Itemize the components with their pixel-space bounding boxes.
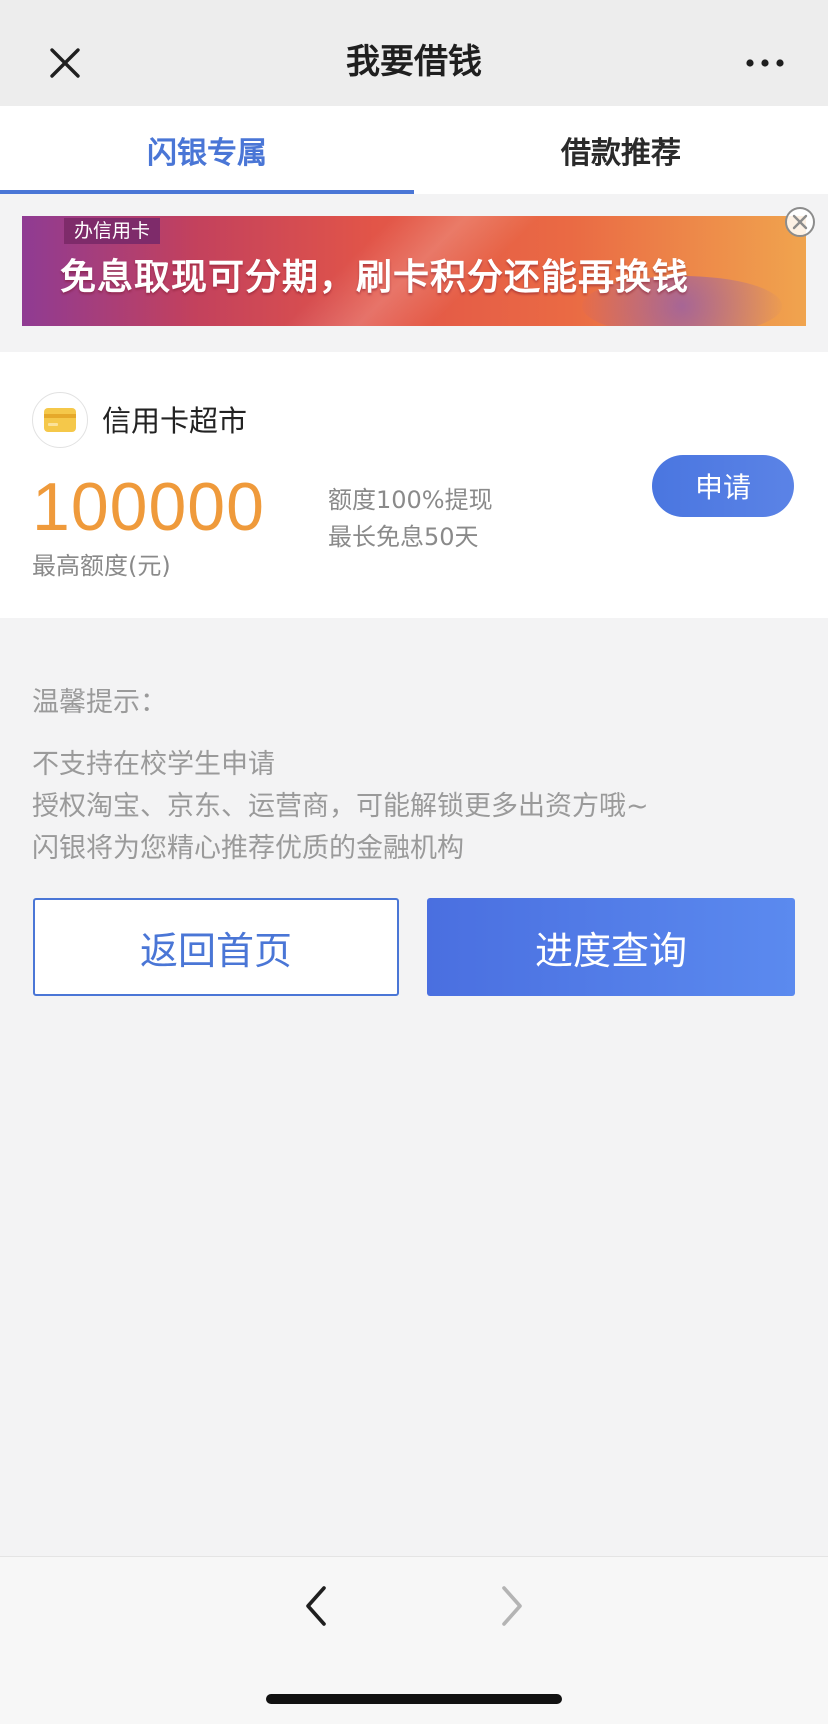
tip-item: 闪银将为您精心推荐优质的金融机构	[32, 833, 464, 864]
more-options-icon[interactable]	[738, 36, 792, 90]
tips-title: 温馨提示：	[32, 687, 167, 718]
credit-card-icon	[32, 392, 88, 448]
tip-item: 授权淘宝、京东、运营商，可能解锁更多出资方哦~	[32, 791, 649, 822]
banner-headline: 免息取现可分期，刷卡积分还能再换钱	[60, 257, 690, 298]
max-amount: 100000	[32, 469, 265, 545]
back-arrow-icon[interactable]	[298, 1582, 334, 1630]
tab-shanyin-exclusive[interactable]: 闪银专属	[0, 106, 414, 194]
tab-loan-recommend[interactable]: 借款推荐	[414, 106, 828, 194]
home-indicator	[266, 1694, 562, 1704]
product-name: 信用卡超市	[102, 404, 248, 438]
max-amount-label: 最高额度(元)	[32, 552, 171, 580]
page-title: 我要借钱	[346, 42, 482, 82]
apply-button[interactable]: 申请	[652, 455, 794, 517]
progress-query-button[interactable]: 进度查询	[427, 898, 795, 996]
promo-banner[interactable]: 办信用卡 免息取现可分期，刷卡积分还能再换钱	[22, 216, 806, 326]
banner-tag: 办信用卡	[64, 218, 161, 244]
feature-text: 最长免息50天	[328, 523, 479, 551]
forward-arrow-icon[interactable]	[494, 1582, 530, 1630]
tip-item: 不支持在校学生申请	[32, 749, 275, 780]
banner-close-icon[interactable]	[784, 206, 816, 238]
back-to-home-button[interactable]: 返回首页	[33, 898, 399, 996]
feature-text: 额度100%提现	[328, 486, 493, 514]
tab-bar: 闪银专属 借款推荐	[0, 106, 828, 194]
